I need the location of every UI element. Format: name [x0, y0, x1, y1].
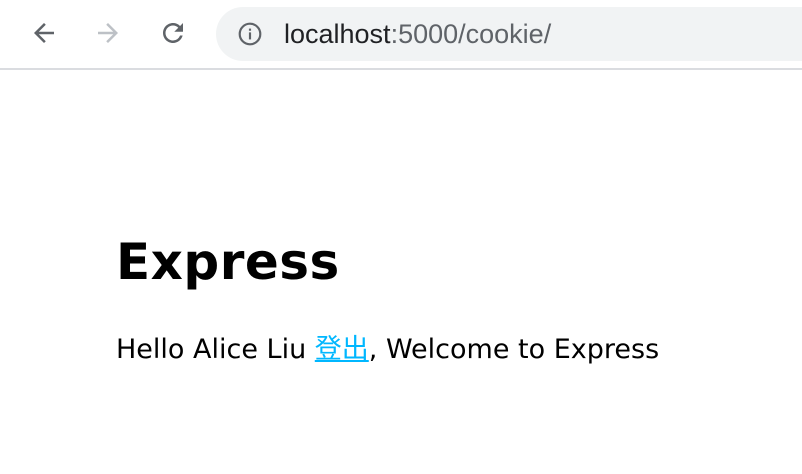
back-button[interactable]: [26, 15, 62, 51]
greeting-suffix: , Welcome to Express: [368, 334, 660, 365]
reload-icon: [163, 23, 183, 43]
arrow-right-icon: [98, 23, 118, 43]
welcome-message: Hello Alice Liu 登出, Welcome to Express: [116, 330, 659, 370]
arrow-left-icon: [34, 23, 54, 43]
url-host: localhost: [284, 19, 391, 49]
info-icon[interactable]: [237, 21, 263, 47]
reload-button[interactable]: [155, 15, 191, 51]
logout-link[interactable]: 登出: [315, 334, 369, 365]
browser-toolbar: localhost:5000/cookie/: [0, 0, 802, 70]
address-bar[interactable]: localhost:5000/cookie/: [216, 7, 802, 61]
url-path: :5000/cookie/: [390, 19, 552, 49]
greeting-prefix: Hello Alice Liu: [116, 334, 315, 365]
forward-button[interactable]: [90, 15, 126, 51]
page-title: Express: [116, 233, 340, 291]
page-content: Express Hello Alice Liu 登出, Welcome to E…: [0, 70, 802, 474]
url-text[interactable]: localhost:5000/cookie/: [284, 7, 551, 61]
